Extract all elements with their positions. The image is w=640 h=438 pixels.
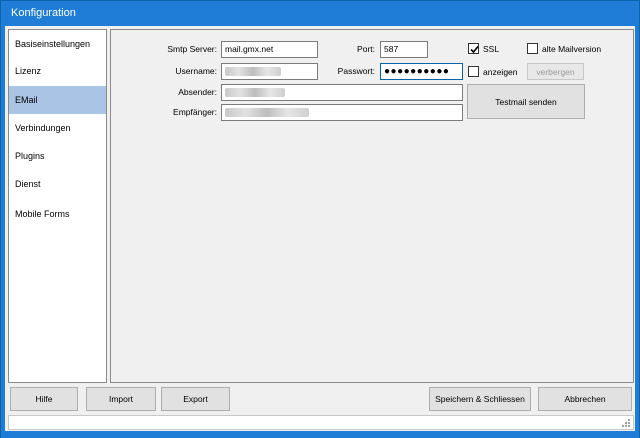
title-bar[interactable]: Konfiguration xyxy=(1,1,639,26)
port-input[interactable]: 587 xyxy=(380,41,428,58)
sidebar-item-dienst[interactable]: Dienst xyxy=(9,170,106,198)
window-title: Konfiguration xyxy=(11,7,76,19)
empfaenger-label: Empfänger: xyxy=(173,107,217,117)
abbrechen-button[interactable]: Abbrechen xyxy=(538,387,632,411)
port-label: Port: xyxy=(357,44,375,54)
window-frame-bottom xyxy=(1,431,639,438)
status-bar xyxy=(8,415,634,430)
window-frame-right xyxy=(635,26,639,431)
hilfe-button[interactable]: Hilfe xyxy=(10,387,78,411)
absender-label: Absender: xyxy=(178,87,217,97)
smtp-server-label: Smtp Server: xyxy=(167,44,217,54)
username-input[interactable] xyxy=(221,63,318,80)
alte-mailversion-checkbox[interactable] xyxy=(527,43,538,54)
speichern-schliessen-button[interactable]: Speichern & Schliessen xyxy=(429,387,531,411)
empfaenger-input[interactable] xyxy=(221,104,463,121)
sidebar-item-plugins[interactable]: Plugins xyxy=(9,142,106,170)
username-label: Username: xyxy=(175,66,217,76)
import-button[interactable]: Import xyxy=(86,387,156,411)
smtp-server-input[interactable]: mail.gmx.net xyxy=(221,41,318,58)
sidebar-item-lizenz[interactable]: Lizenz xyxy=(9,57,106,85)
redacted-absender xyxy=(225,88,285,98)
ssl-checkbox[interactable] xyxy=(468,43,479,54)
sidebar-item-email[interactable]: EMail xyxy=(9,86,106,114)
export-button[interactable]: Export xyxy=(161,387,230,411)
sidebar-item-mobile-forms[interactable]: Mobile Forms xyxy=(9,200,106,228)
window-frame-left xyxy=(1,26,5,431)
settings-sidebar: Basiseinstellungen Lizenz EMail Verbindu… xyxy=(8,29,107,383)
redacted-empfaenger xyxy=(225,108,309,118)
email-settings-panel: Smtp Server: mail.gmx.net Port: 587 SSL … xyxy=(110,29,634,383)
anzeigen-label: anzeigen xyxy=(483,67,518,77)
passwort-label: Passwort: xyxy=(337,66,375,76)
config-window: Konfiguration Basiseinstellungen Lizenz … xyxy=(0,0,640,438)
verbergen-button[interactable]: verbergen xyxy=(527,63,584,80)
passwort-input[interactable]: ●●●●●●●●●● xyxy=(380,63,463,80)
redacted-username xyxy=(225,67,281,77)
testmail-senden-button[interactable]: Testmail senden xyxy=(467,84,585,119)
anzeigen-checkbox[interactable] xyxy=(468,66,479,77)
alte-mailversion-label: alte Mailversion xyxy=(542,44,602,54)
ssl-label: SSL xyxy=(483,44,500,54)
sidebar-item-verbindungen[interactable]: Verbindungen xyxy=(9,114,106,142)
absender-input[interactable] xyxy=(221,84,463,101)
resize-grip-icon[interactable] xyxy=(621,418,631,428)
sidebar-item-basiseinstellungen[interactable]: Basiseinstellungen xyxy=(9,30,106,58)
checkmark-icon xyxy=(470,45,479,54)
